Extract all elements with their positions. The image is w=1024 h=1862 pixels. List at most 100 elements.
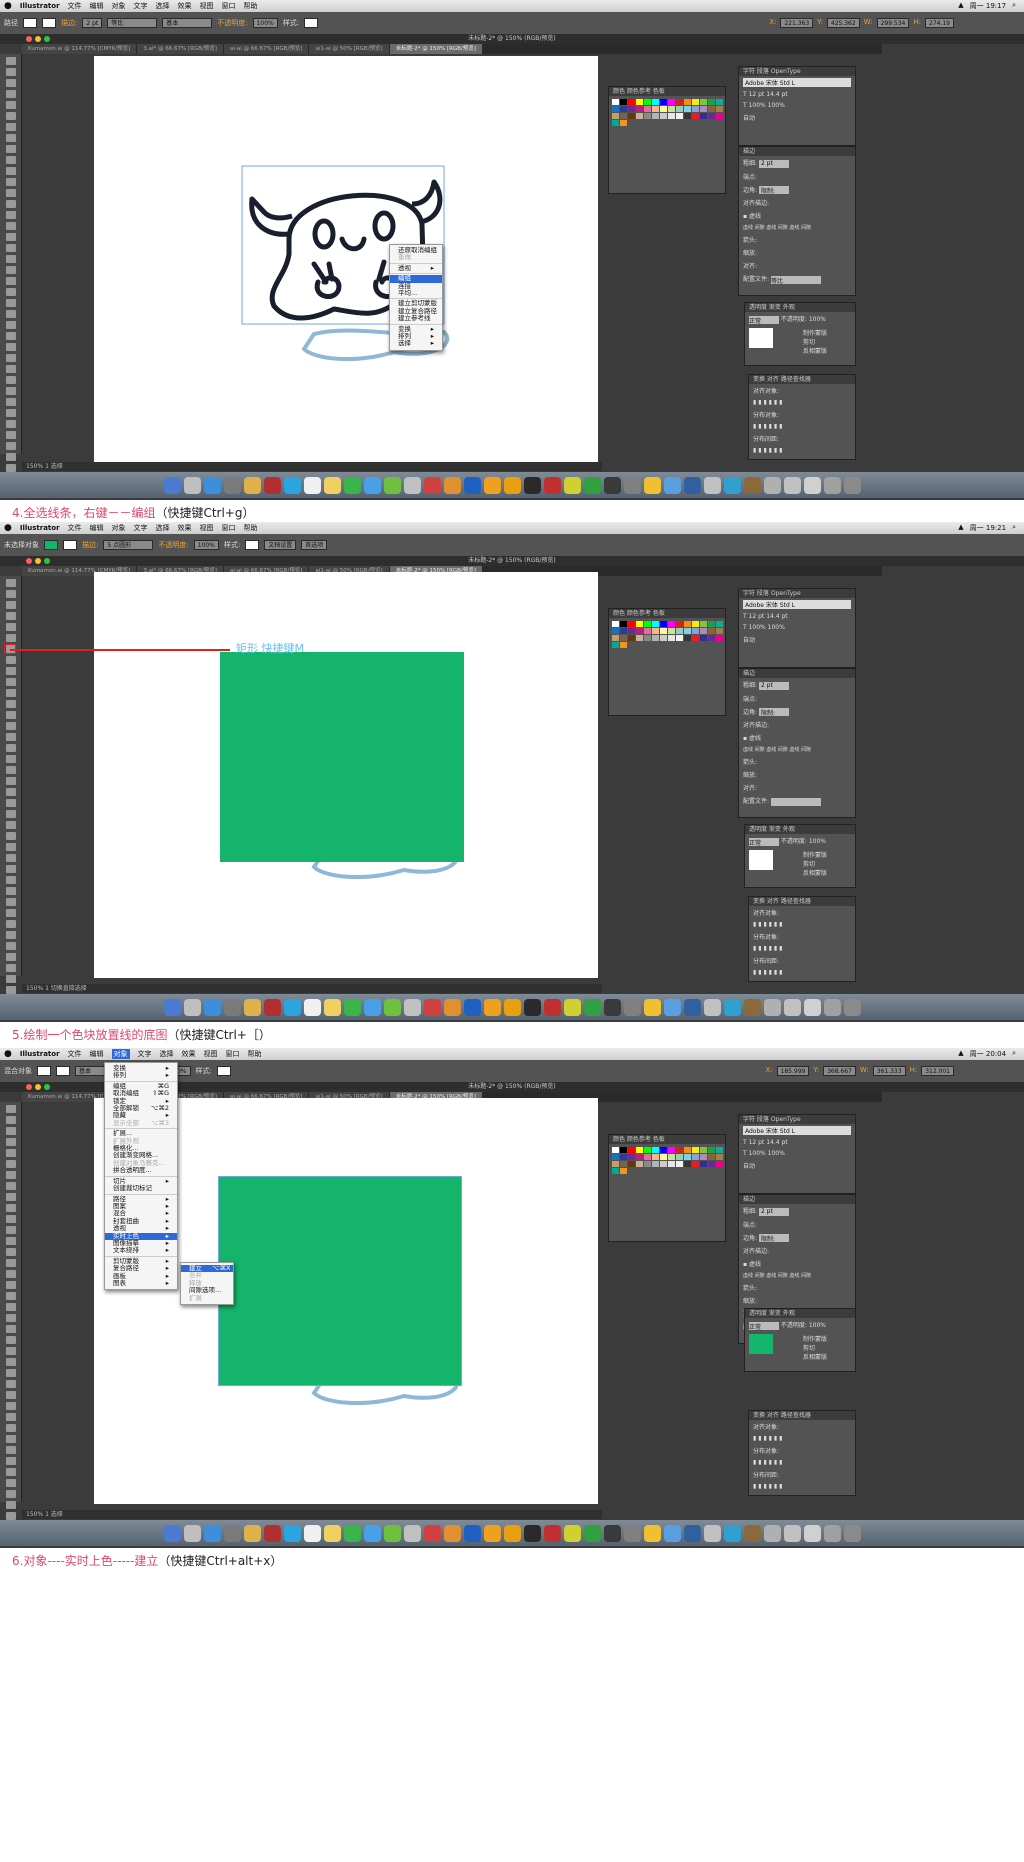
distribute_spacing-icon-5[interactable]: ▮: [779, 969, 782, 976]
char-tab-2[interactable]: OpenType: [771, 1116, 801, 1123]
style-swatch[interactable]: [216, 1066, 231, 1076]
stroke-swatch[interactable]: [56, 1066, 70, 1076]
align-tab-1[interactable]: 对齐: [767, 376, 781, 383]
tool-31-icon[interactable]: [6, 398, 16, 406]
tool-0-icon[interactable]: [6, 579, 16, 587]
menu-0[interactable]: 文件: [68, 1, 82, 11]
swatch-41[interactable]: [716, 113, 723, 119]
swatch-41[interactable]: [716, 1161, 723, 1167]
tool-3-icon[interactable]: [6, 90, 16, 98]
app-menu[interactable]: Illustrator: [20, 2, 60, 10]
swatch-24[interactable]: [692, 628, 699, 634]
blend-mode-field[interactable]: 正常: [749, 1321, 779, 1331]
zoom-button[interactable]: [44, 558, 50, 564]
swatch-36[interactable]: [676, 1161, 683, 1167]
swatch-0[interactable]: [612, 1147, 619, 1153]
tool-8-icon[interactable]: [6, 1193, 16, 1201]
tool-5-icon[interactable]: [6, 112, 16, 120]
dock-app-11-icon[interactable]: [383, 476, 401, 494]
swatch-14[interactable]: [612, 106, 619, 112]
dock-app-13-icon[interactable]: [423, 1524, 441, 1542]
dock-app-0-icon[interactable]: [163, 998, 181, 1016]
swatch-28[interactable]: [612, 635, 619, 641]
stroke-limit_label[interactable]: 限制:: [758, 1234, 789, 1243]
swatch-31[interactable]: [636, 113, 643, 119]
dock-app-4-icon[interactable]: [243, 1524, 261, 1542]
zoom-level[interactable]: 150%: [26, 1511, 45, 1518]
tool-23-icon[interactable]: [6, 310, 16, 318]
tool-33-icon[interactable]: [6, 420, 16, 428]
tool-22-icon[interactable]: [6, 299, 16, 307]
field-y[interactable]: 368.667: [823, 1066, 856, 1076]
stroke-arrowheads[interactable]: 箭头:: [739, 755, 855, 768]
dock-app-7-icon[interactable]: [303, 998, 321, 1016]
dock-app-0-icon[interactable]: [163, 1524, 181, 1542]
swatch-25[interactable]: [700, 106, 707, 112]
menu-8[interactable]: 帮助: [244, 523, 258, 533]
swatch-13[interactable]: [716, 1147, 723, 1153]
dock-app-24-icon[interactable]: [643, 998, 661, 1016]
tool-14-icon[interactable]: [6, 211, 16, 219]
vertical-scale-field[interactable]: T 100%: [743, 102, 768, 109]
swatch-9[interactable]: [684, 1147, 691, 1153]
object-menu-item-8[interactable]: 显示全部 ⌥⌘3: [105, 1119, 177, 1127]
swatch-tab-2[interactable]: 色板: [653, 88, 665, 95]
field-w[interactable]: 361.333: [872, 1066, 906, 1076]
tool-19-icon[interactable]: [6, 1314, 16, 1322]
swatch-4[interactable]: [644, 99, 651, 105]
dock-app-20-icon[interactable]: [563, 998, 581, 1016]
close-button[interactable]: [26, 1084, 32, 1090]
stroke-scale[interactable]: 缩放:: [739, 768, 855, 781]
swatch-28[interactable]: [612, 1161, 619, 1167]
field-y[interactable]: 425.362: [826, 18, 860, 28]
clip-checkbox[interactable]: 剪切: [803, 859, 827, 868]
dock-app-17-icon[interactable]: [503, 1524, 521, 1542]
tool-4-icon[interactable]: [6, 1149, 16, 1157]
menu-3[interactable]: 文字: [134, 523, 148, 533]
swatch-20[interactable]: [660, 1154, 667, 1160]
swatch-2[interactable]: [628, 99, 635, 105]
menu-7[interactable]: 窗口: [226, 1049, 240, 1059]
char-tab-1[interactable]: 段落: [757, 1116, 771, 1123]
menu-5[interactable]: 效果: [182, 1049, 196, 1059]
tool-35-icon[interactable]: [6, 442, 16, 450]
tool-25-icon[interactable]: [6, 332, 16, 340]
tool-20-icon[interactable]: [6, 799, 16, 807]
tool-15-icon[interactable]: [6, 1270, 16, 1278]
stroke-limit_label[interactable]: 限制:: [758, 186, 789, 195]
dock-app-16-icon[interactable]: [483, 998, 501, 1016]
swatch-17[interactable]: [636, 1154, 643, 1160]
swatch-23[interactable]: [684, 106, 691, 112]
tool-29-icon[interactable]: [6, 1424, 16, 1432]
swatch-27[interactable]: [716, 628, 723, 634]
dock-app-21-icon[interactable]: [583, 476, 601, 494]
swatch-3[interactable]: [636, 99, 643, 105]
dock-app-1-icon[interactable]: [183, 998, 201, 1016]
tool-10-icon[interactable]: [6, 167, 16, 175]
dock-app-15-icon[interactable]: [463, 476, 481, 494]
dock-app-19-icon[interactable]: [543, 1524, 561, 1542]
fill-swatch[interactable]: [23, 18, 37, 28]
tool-6-icon[interactable]: [6, 123, 16, 131]
dock-app-16-icon[interactable]: [483, 476, 501, 494]
swatch-4[interactable]: [644, 1147, 651, 1153]
dock-app-32-icon[interactable]: [803, 476, 821, 494]
minimize-button[interactable]: [35, 36, 41, 42]
tool-16-icon[interactable]: [6, 233, 16, 241]
swatch-3[interactable]: [636, 621, 643, 627]
transparency-tab-1[interactable]: 渐变: [769, 304, 783, 311]
zoom-button[interactable]: [44, 36, 50, 42]
tool-8-icon[interactable]: [6, 145, 16, 153]
blend-mode-field[interactable]: 正常: [749, 837, 779, 847]
tool-34-icon[interactable]: [6, 1479, 16, 1487]
transparency-tab-2[interactable]: 外观: [783, 1310, 795, 1317]
swatch-5[interactable]: [652, 1147, 659, 1153]
dock-app-6-icon[interactable]: [283, 476, 301, 494]
dashed-line-checkbox[interactable]: ▪ 虚线: [739, 209, 855, 222]
swatch-22[interactable]: [676, 628, 683, 634]
swatch-41[interactable]: [716, 635, 723, 641]
dock-app-6-icon[interactable]: [283, 998, 301, 1016]
make-mask-button[interactable]: 制作蒙版: [803, 850, 827, 859]
swatch-21[interactable]: [668, 628, 675, 634]
menu-1[interactable]: 编辑: [90, 523, 104, 533]
